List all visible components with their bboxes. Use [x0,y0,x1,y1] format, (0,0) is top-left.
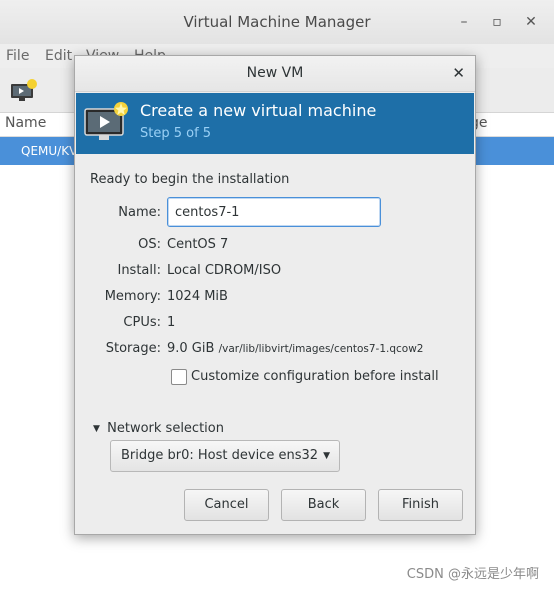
memory-label: Memory: [104,289,161,304]
new-vm-dialog: New VM ✕ Create a new virtual machine St… [74,55,476,535]
new-vm-toolbar-icon[interactable] [8,76,40,104]
wizard-banner: Create a new virtual machine Step 5 of 5 [76,93,474,154]
watermark: CSDN @永远是少年啊 [406,567,539,582]
menu-file[interactable]: File [6,48,29,64]
storage-label: Storage: [105,341,161,356]
name-label: Name: [118,205,161,220]
cancel-button[interactable]: Cancel [184,489,269,521]
wizard-title: Create a new virtual machine [140,101,377,120]
install-label: Install: [117,263,161,278]
expander-arrow-icon: ▼ [93,424,100,434]
close-window-icon[interactable]: ✕ [524,14,538,30]
minimize-icon[interactable]: – [457,14,471,30]
customize-checkbox[interactable] [171,369,187,385]
network-source-dropdown[interactable]: Bridge br0: Host device ens32 ▼ [110,440,340,472]
new-vm-monitor-icon [84,101,130,143]
storage-value-group: 9.0 GiB /var/lib/libvirt/images/centos7-… [167,341,423,356]
vm-name-input[interactable] [167,197,381,227]
customize-checkbox-label[interactable]: Customize configuration before install [191,369,439,384]
finish-button[interactable]: Finish [378,489,463,521]
network-selection-label: Network selection [107,421,224,436]
connection-label: QEMU/KV [21,144,78,158]
network-source-value: Bridge br0: Host device ens32 [121,448,319,463]
maximize-icon[interactable]: ▫ [490,14,504,30]
storage-path: /var/lib/libvirt/images/centos7-1.qcow2 [218,343,424,355]
menu-edit[interactable]: Edit [45,48,72,64]
cpus-value: 1 [167,315,176,330]
memory-value: 1024 MiB [167,289,228,304]
storage-size: 9.0 GiB [167,341,215,356]
dialog-close-icon[interactable]: ✕ [452,64,465,82]
wizard-step: Step 5 of 5 [140,126,212,141]
os-label: OS: [138,237,161,252]
chevron-down-icon: ▼ [323,451,330,461]
back-button[interactable]: Back [281,489,366,521]
dialog-title: New VM [246,65,304,81]
network-selection-expander[interactable]: ▼ Network selection [93,421,224,436]
ready-heading: Ready to begin the installation [90,172,290,187]
install-value: Local CDROM/ISO [167,263,282,278]
cpus-label: CPUs: [123,315,161,330]
os-value: CentOS 7 [167,237,229,252]
column-name[interactable]: Name [5,115,46,131]
